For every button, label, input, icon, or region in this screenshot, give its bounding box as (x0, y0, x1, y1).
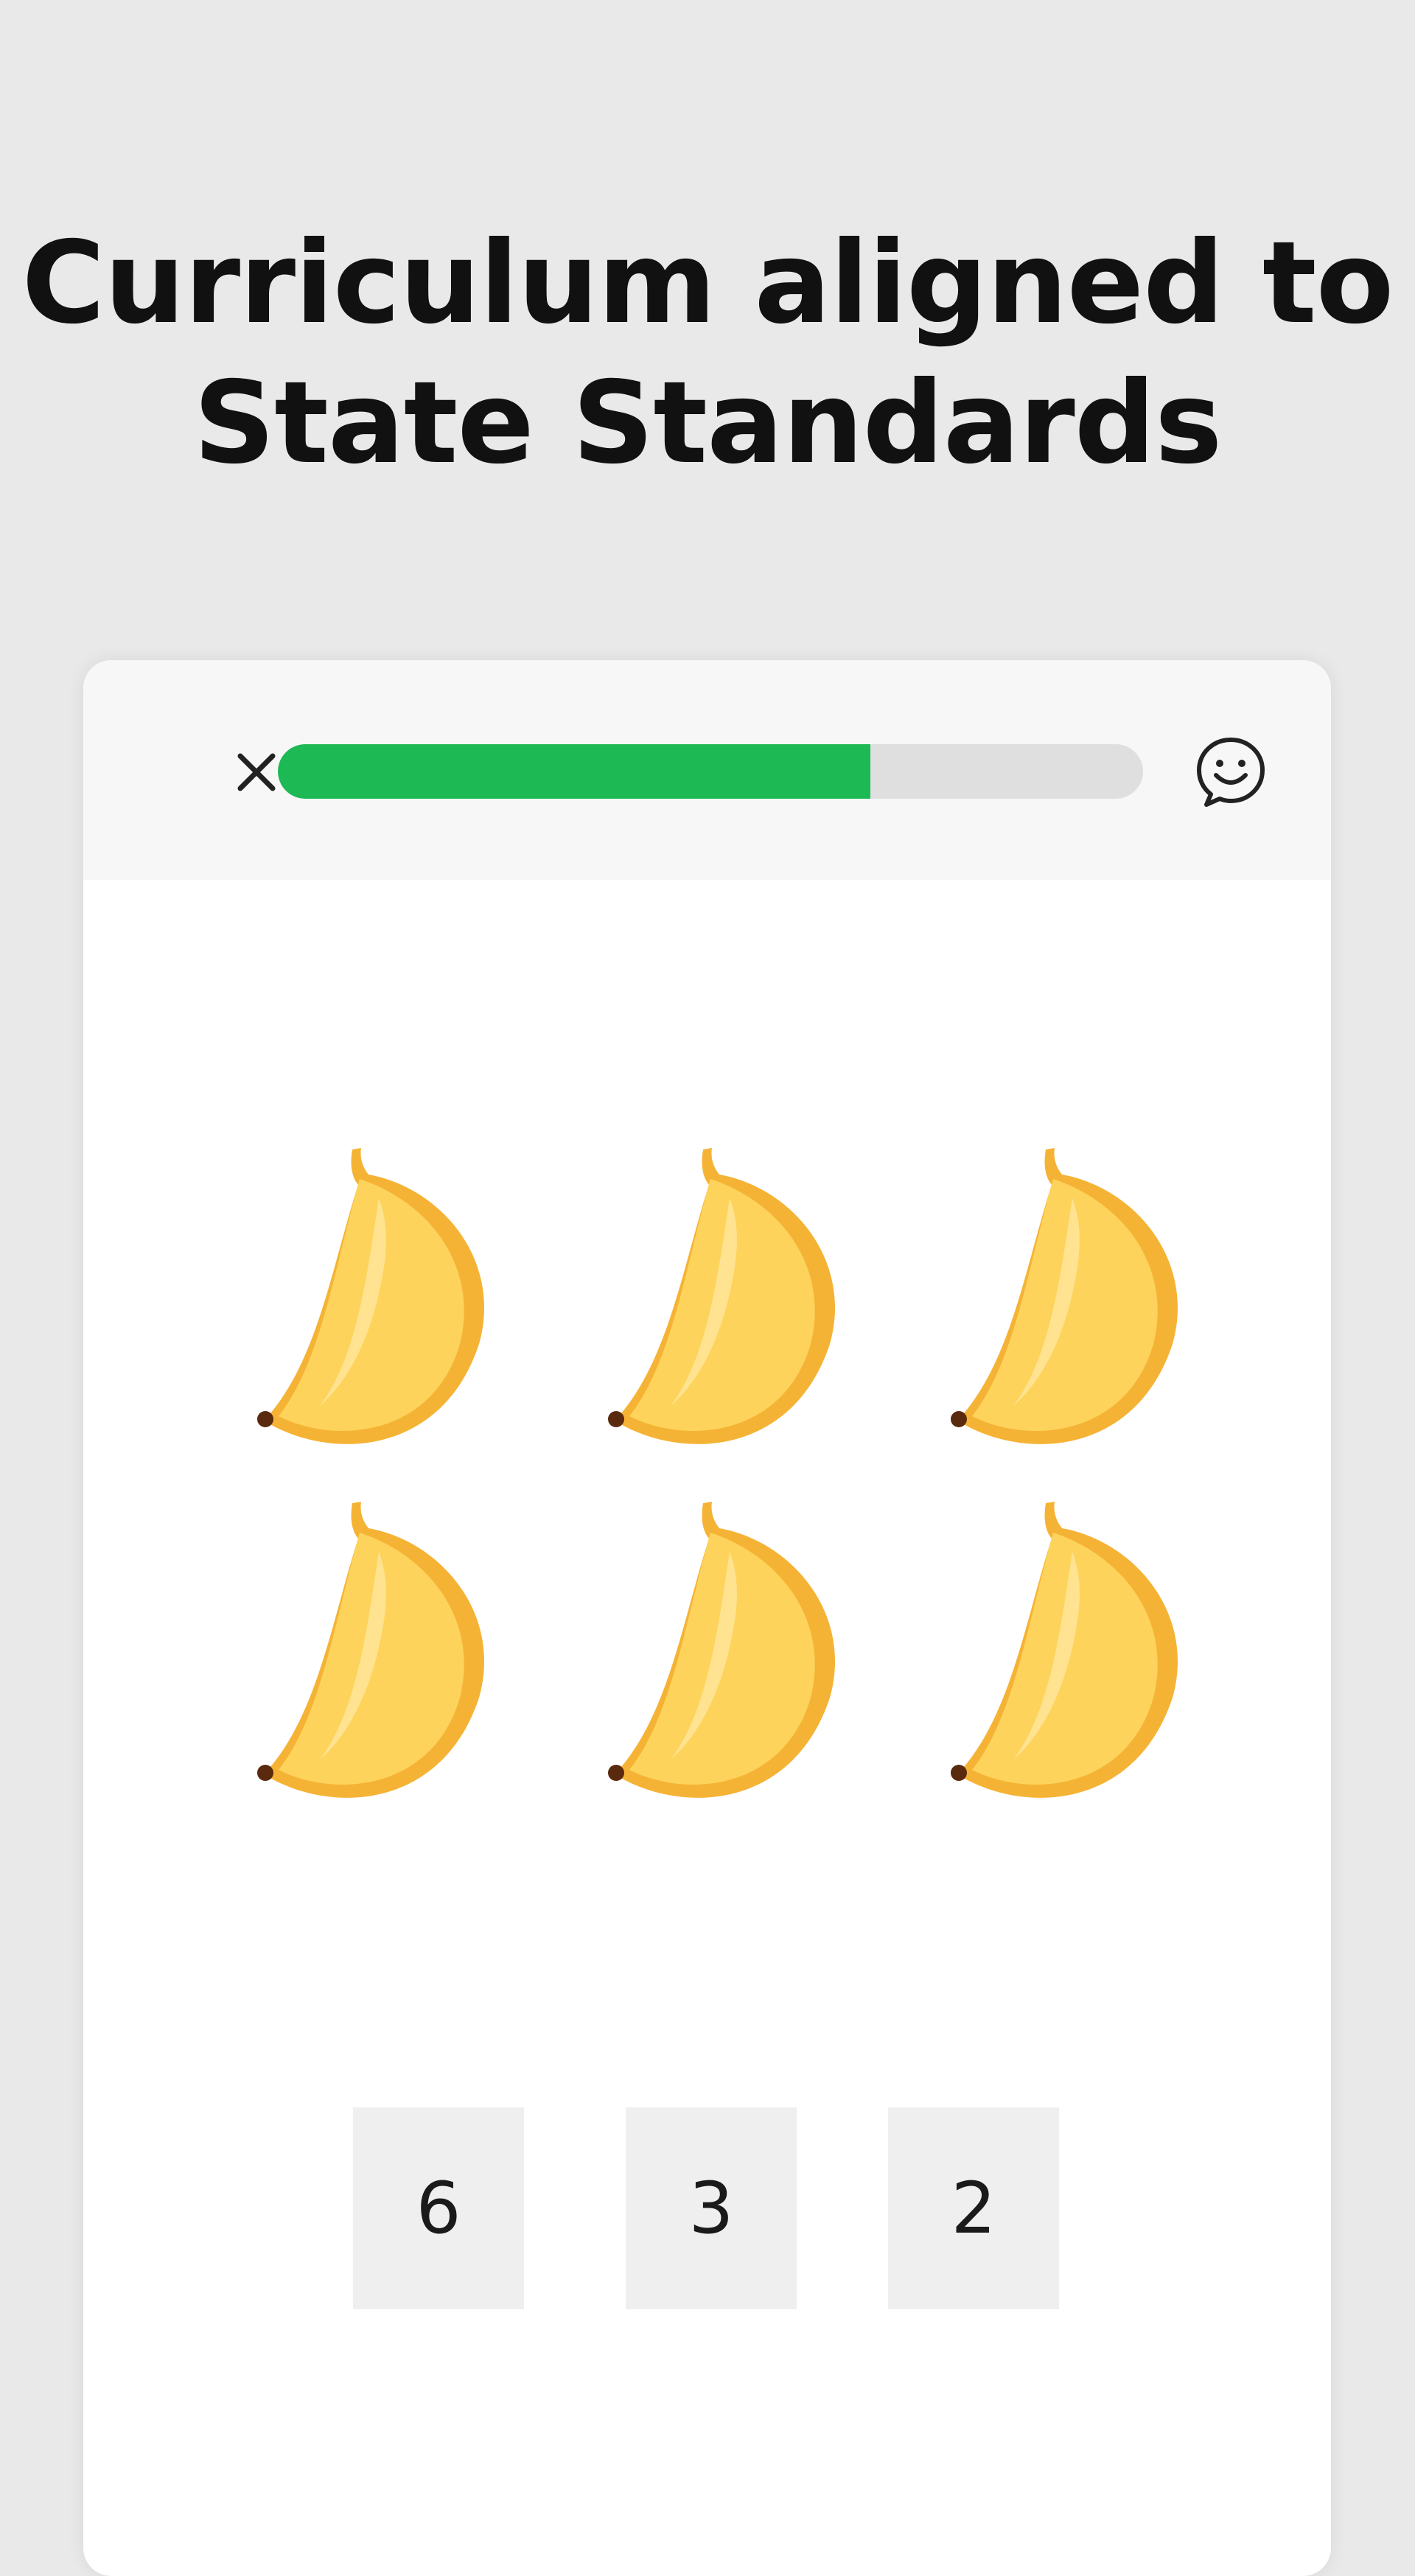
lesson-header (83, 660, 1331, 880)
answer-option-3[interactable]: 2 (888, 2107, 1059, 2309)
answer-option-1[interactable]: 6 (353, 2107, 524, 2309)
page-title-line-2: State Standards (193, 357, 1222, 489)
banana-icon (600, 1497, 850, 1821)
smiley-chat-icon (1197, 738, 1265, 807)
banana-icon (600, 1144, 850, 1468)
feedback-button[interactable] (1190, 731, 1271, 812)
page-title-line-1: Curriculum aligned to (21, 217, 1394, 349)
banana-icon (943, 1497, 1193, 1821)
banana-icon (249, 1497, 500, 1821)
answer-option-2[interactable]: 3 (626, 2107, 797, 2309)
lesson-progress-fill (278, 744, 871, 799)
lesson-progress-bar (278, 744, 1143, 799)
page-title: Curriculum aligned to State Standards (0, 214, 1415, 494)
banana-icon (943, 1144, 1193, 1468)
banana-icon (249, 1144, 500, 1468)
lesson-card: 6 3 2 (83, 660, 1331, 2576)
